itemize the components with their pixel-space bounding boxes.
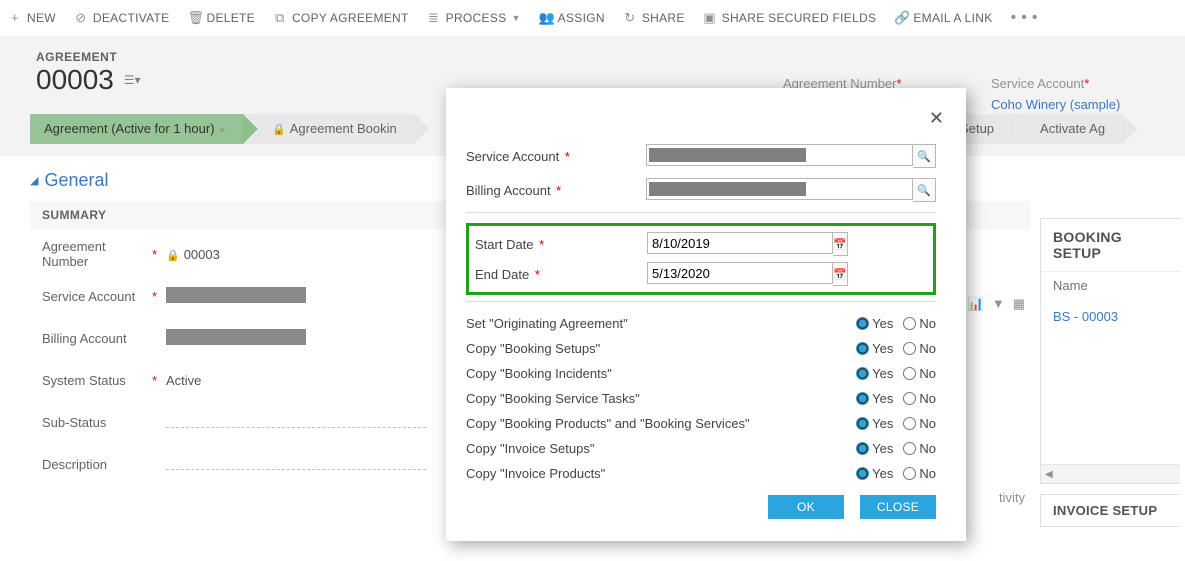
copy-agreement-dialog: ✕ Service Account * 🔍 Billing Account * … bbox=[446, 88, 966, 541]
opt-invoice-setups-yes[interactable]: Yes bbox=[856, 441, 893, 456]
lookup-icon[interactable]: 🔍 bbox=[913, 144, 936, 168]
opt-booking-incidents-no[interactable]: No bbox=[903, 366, 936, 381]
start-date-input[interactable] bbox=[647, 232, 833, 254]
modal-svc-label: Service Account bbox=[466, 149, 559, 164]
modal-start-label: Start Date bbox=[475, 237, 534, 252]
opt-originating-yes[interactable]: Yes bbox=[856, 316, 893, 331]
end-date-input[interactable] bbox=[647, 262, 833, 284]
opt-originating-no[interactable]: No bbox=[903, 316, 936, 331]
ok-button[interactable]: OK bbox=[768, 495, 844, 519]
opt-booking-tasks-yes[interactable]: Yes bbox=[856, 391, 893, 406]
lookup-icon[interactable]: 🔍 bbox=[913, 178, 936, 202]
opt-booking-products-yes[interactable]: Yes bbox=[856, 416, 893, 431]
modal-bill-label: Billing Account bbox=[466, 183, 551, 198]
opt-booking-tasks-label: Copy "Booking Service Tasks" bbox=[466, 391, 779, 406]
opt-booking-incidents-yes[interactable]: Yes bbox=[856, 366, 893, 381]
opt-invoice-products-yes[interactable]: Yes bbox=[856, 466, 893, 481]
modal-end-label: End Date bbox=[475, 267, 529, 282]
close-button[interactable]: CLOSE bbox=[860, 495, 936, 519]
close-icon[interactable]: ✕ bbox=[929, 108, 944, 129]
opt-booking-incidents-label: Copy "Booking Incidents" bbox=[466, 366, 779, 381]
opt-booking-setups-label: Copy "Booking Setups" bbox=[466, 341, 779, 356]
date-highlight-box: Start Date * 📅 End Date * 📅 bbox=[466, 223, 936, 295]
opt-invoice-products-no[interactable]: No bbox=[903, 466, 936, 481]
modal-bill-input[interactable] bbox=[646, 178, 913, 200]
opt-invoice-setups-label: Copy "Invoice Setups" bbox=[466, 441, 779, 456]
opt-booking-setups-no[interactable]: No bbox=[903, 341, 936, 356]
opt-booking-setups-yes[interactable]: Yes bbox=[856, 341, 893, 356]
calendar-icon[interactable]: 📅 bbox=[833, 232, 848, 256]
opt-originating-label: Set "Originating Agreement" bbox=[466, 316, 779, 331]
opt-booking-products-no[interactable]: No bbox=[903, 416, 936, 431]
calendar-icon[interactable]: 📅 bbox=[833, 262, 848, 286]
modal-svc-input[interactable] bbox=[646, 144, 913, 166]
opt-invoice-products-label: Copy "Invoice Products" bbox=[466, 466, 779, 481]
opt-invoice-setups-no[interactable]: No bbox=[903, 441, 936, 456]
opt-booking-products-label: Copy "Booking Products" and "Booking Ser… bbox=[466, 416, 779, 431]
opt-booking-tasks-no[interactable]: No bbox=[903, 391, 936, 406]
